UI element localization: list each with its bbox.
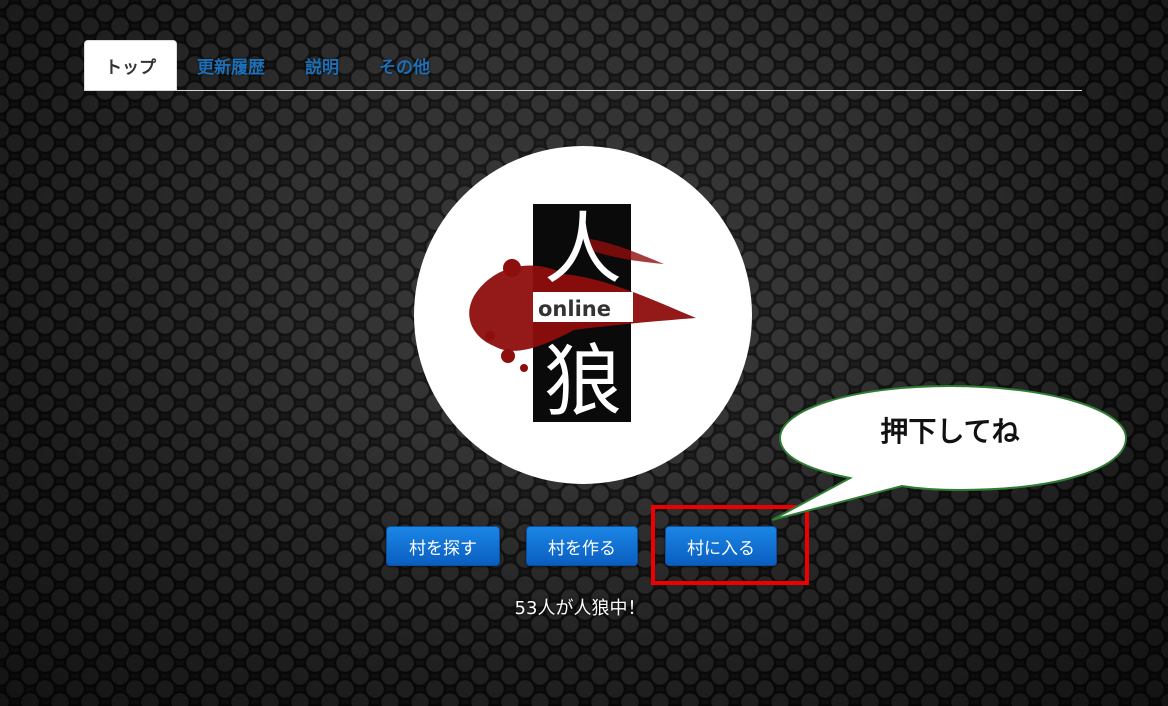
logo-kanji-bottom: 狼 [544, 337, 622, 427]
create-village-button[interactable]: 村を作る [526, 526, 638, 566]
find-village-button[interactable]: 村を探す [386, 526, 500, 566]
online-players-status: 53人が人狼中！ [514, 598, 646, 619]
logo-word-online: online [538, 297, 611, 321]
tab-description[interactable]: 説明 [285, 40, 359, 90]
nav-tabs: トップ 更新履歴 説明 その他 [84, 40, 1082, 91]
tab-top[interactable]: トップ [84, 40, 177, 90]
logo-graphic: 人 online 狼 [469, 204, 696, 427]
callout-text: 押下してね [880, 415, 1020, 448]
speech-bubble [771, 384, 1128, 521]
tab-changelog[interactable]: 更新履歴 [177, 40, 285, 90]
jinro-online-logo: 人 online 狼 [414, 146, 752, 484]
logo-kanji-top: 人 [544, 205, 622, 295]
tab-other[interactable]: その他 [359, 40, 450, 90]
